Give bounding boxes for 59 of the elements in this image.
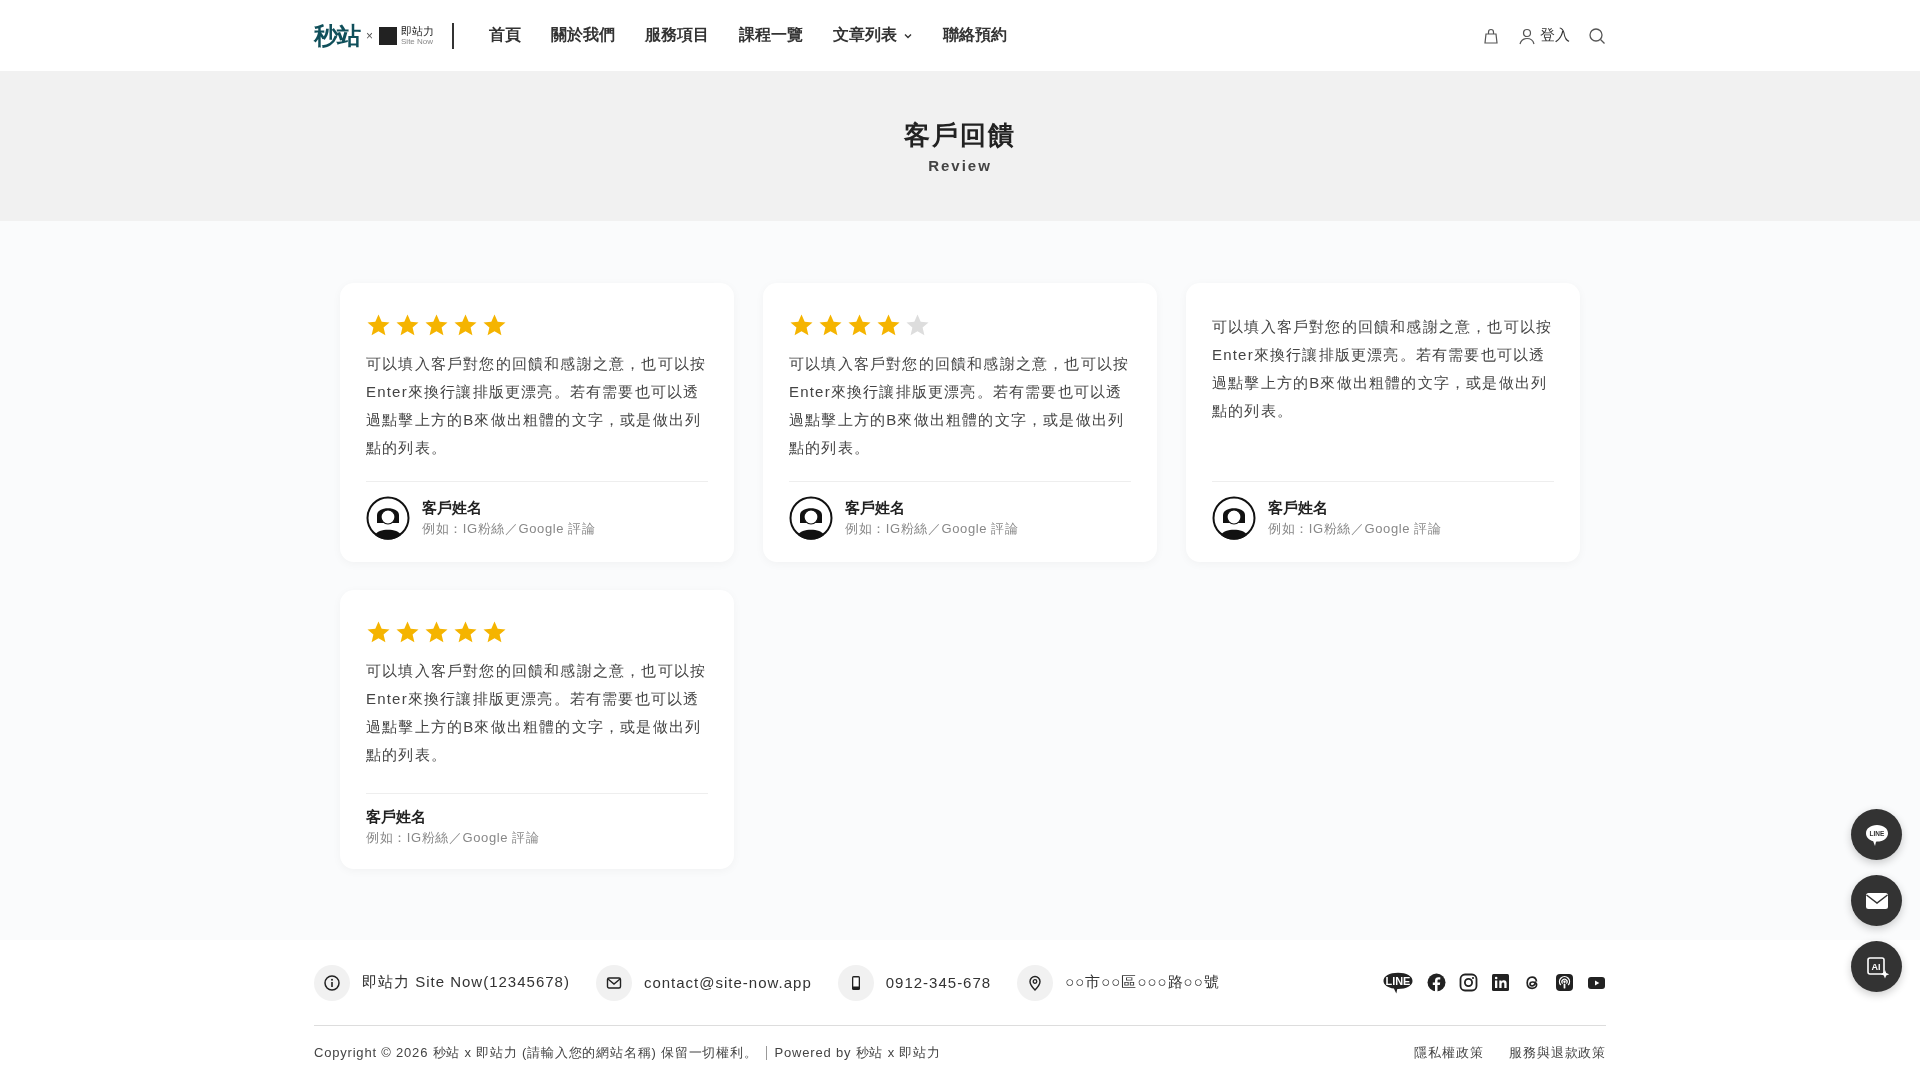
search-icon[interactable]	[1588, 26, 1606, 45]
powered-by-text: Powered by 秒站 x 即站力	[774, 1044, 941, 1062]
customer-name: 客戶姓名	[845, 498, 906, 518]
page-title: 客戶回饋	[904, 119, 1016, 152]
star-icon	[453, 313, 478, 338]
star-icon	[395, 620, 420, 645]
footer-link[interactable]: 隱私權政策	[1414, 1044, 1484, 1062]
review-source: 例如：IG粉絲／Google 評論	[1268, 519, 1442, 538]
star-icon	[482, 313, 507, 338]
review-source: 例如：IG粉絲／Google 評論	[422, 519, 596, 538]
customer-name: 客戶姓名	[366, 808, 427, 827]
star-icon	[818, 313, 843, 338]
nav-link[interactable]: 服務項目	[630, 25, 724, 46]
star-icon	[424, 620, 449, 645]
partner-name: 即站力	[401, 25, 434, 37]
review-source: 例如：IG粉絲／Google 評論	[845, 519, 1019, 538]
contact-text: 即站力 Site Now(12345678)	[362, 973, 570, 992]
customer-name: 客戶姓名	[422, 498, 483, 518]
user-icon	[1518, 26, 1536, 45]
login-link[interactable]: 登入	[1518, 26, 1570, 45]
star-icon	[905, 313, 930, 338]
podcast-icon[interactable]	[1555, 973, 1574, 992]
nav-link[interactable]: 文章列表	[818, 25, 928, 46]
star-icon	[453, 620, 478, 645]
review-source: 例如：IG粉絲／Google 評論	[366, 829, 540, 847]
location-pin-icon	[1027, 974, 1044, 991]
star-icon	[366, 313, 391, 338]
mail-icon	[605, 974, 622, 991]
customer-name: 客戶姓名	[1268, 498, 1329, 518]
logo-text[interactable]: 秒站	[314, 19, 360, 52]
logo-separator: ×	[366, 28, 373, 43]
contact-text: ○○市○○區○○○路○○號	[1065, 973, 1220, 992]
nav-link[interactable]: 課程一覽	[724, 25, 818, 46]
review-text: 可以填入客戶對您的回饋和感謝之意，也可以按Enter來換行讓排版更漂亮。若有需要也可以透過點擊上方的B來做出粗體的文字，或是做出列點的列表。	[366, 661, 708, 765]
linkedin-icon[interactable]	[1491, 973, 1510, 992]
instagram-icon[interactable]	[1459, 973, 1478, 992]
star-icon	[366, 620, 391, 645]
review-text: 可以填入客戶對您的回饋和感謝之意，也可以按Enter來換行讓排版更漂亮。若有需要也可以透過點擊上方的B來做出粗體的文字，或是做出列點的列表。	[366, 354, 708, 458]
partner-tagline: Site Now	[401, 37, 434, 46]
star-icon	[847, 313, 872, 338]
star-icon	[789, 313, 814, 338]
nav-link[interactable]: 首頁	[474, 25, 536, 46]
nav-link[interactable]: 聯絡預約	[928, 25, 1022, 46]
star-icon	[424, 313, 449, 338]
star-icon	[482, 620, 507, 645]
contact-text: 0912-345-678	[885, 974, 992, 991]
star-icon	[395, 313, 420, 338]
star-icon	[876, 313, 901, 338]
nav-link[interactable]: 關於我們	[536, 25, 630, 46]
shopping-bag-icon[interactable]	[1482, 26, 1500, 45]
info-icon	[324, 974, 340, 991]
facebook-icon[interactable]	[1427, 973, 1446, 992]
line-chat-icon[interactable]: LINE	[1382, 971, 1414, 994]
page-subtitle: Review	[928, 157, 992, 174]
review-text: 可以填入客戶對您的回饋和感謝之意，也可以按Enter來換行讓排版更漂亮。若有需要也可以透過點擊上方的B來做出粗體的文字，或是做出列點的列表。	[789, 354, 1131, 458]
review-text: 可以填入客戶對您的回饋和感謝之意，也可以按Enter來換行讓排版更漂亮。若有需要也可以透過點擊上方的B來做出粗體的文字，或是做出列點的列表。	[1212, 317, 1554, 421]
copyright-text: Copyright © 2026 秒站 x 即站力 (請輸入您的網站名稱) 保留一切權利。	[314, 1044, 758, 1062]
contact-text[interactable]: contact@site-now.app	[643, 974, 812, 991]
footer-link[interactable]: 服務與退款政策	[1509, 1044, 1606, 1062]
